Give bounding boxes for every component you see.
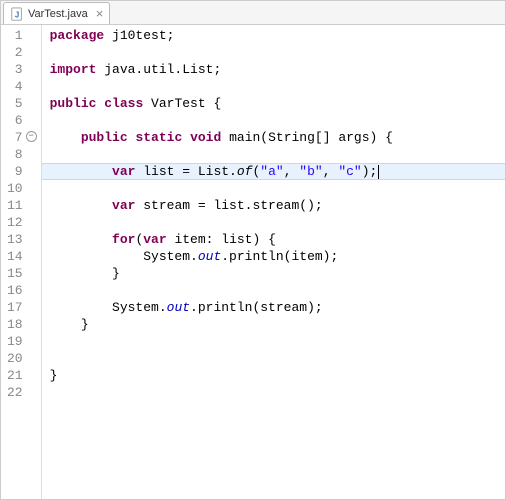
code-line[interactable]: }	[50, 367, 505, 384]
line-number: 18	[7, 316, 23, 333]
line-number: 19	[7, 333, 23, 350]
code-line[interactable]: package j10test;	[50, 27, 505, 44]
code-line[interactable]	[50, 350, 505, 367]
line-number: 9	[7, 163, 23, 180]
code-line[interactable]: for(var item: list) {	[50, 231, 505, 248]
line-number: 5	[7, 95, 23, 112]
code-line[interactable]: public static void main(String[] args) {	[50, 129, 505, 146]
code-line[interactable]: public class VarTest {	[50, 95, 505, 112]
code-line[interactable]	[50, 214, 505, 231]
code-line[interactable]: System.out.println(stream);	[50, 299, 505, 316]
svg-text:J: J	[15, 10, 19, 19]
code-line[interactable]	[50, 44, 505, 61]
line-number-gutter: 1234567−8910111213141516171819202122	[1, 25, 42, 499]
line-number: 4	[7, 78, 23, 95]
line-number: 20	[7, 350, 23, 367]
code-line[interactable]	[50, 112, 505, 129]
code-line[interactable]: }	[50, 265, 505, 282]
line-number: 2	[7, 44, 23, 61]
line-number: 13	[7, 231, 23, 248]
line-number: 11	[7, 197, 23, 214]
line-number: 15	[7, 265, 23, 282]
line-number: 7−	[7, 129, 23, 146]
line-number: 1	[7, 27, 23, 44]
line-number: 21	[7, 367, 23, 384]
line-number: 16	[7, 282, 23, 299]
line-number: 14	[7, 248, 23, 265]
code-line[interactable]: System.out.println(item);	[50, 248, 505, 265]
editor-tab-bar: J VarTest.java ×	[1, 1, 505, 25]
line-number: 3	[7, 61, 23, 78]
line-number: 6	[7, 112, 23, 129]
code-area[interactable]: package j10test; import java.util.List; pu…	[42, 25, 505, 499]
line-number: 10	[7, 180, 23, 197]
line-number: 8	[7, 146, 23, 163]
code-line[interactable]: import java.util.List;	[50, 61, 505, 78]
text-caret	[378, 165, 379, 179]
line-number: 22	[7, 384, 23, 401]
line-number: 17	[7, 299, 23, 316]
code-line[interactable]	[50, 282, 505, 299]
code-editor[interactable]: 1234567−8910111213141516171819202122 pac…	[1, 25, 505, 499]
code-line[interactable]	[50, 146, 505, 163]
fold-toggle-icon[interactable]: −	[26, 131, 37, 142]
close-icon[interactable]: ×	[96, 7, 104, 20]
tab-filename: VarTest.java	[28, 8, 88, 20]
code-line[interactable]	[50, 180, 505, 197]
code-line[interactable]: var stream = list.stream();	[50, 197, 505, 214]
code-line[interactable]: var list = List.of("a", "b", "c");	[42, 163, 505, 180]
editor-tab[interactable]: J VarTest.java ×	[3, 2, 110, 24]
code-line[interactable]: }	[50, 316, 505, 333]
code-line[interactable]	[50, 78, 505, 95]
line-number: 12	[7, 214, 23, 231]
code-line[interactable]	[50, 333, 505, 350]
java-file-icon: J	[10, 7, 24, 21]
code-line[interactable]	[50, 384, 505, 401]
